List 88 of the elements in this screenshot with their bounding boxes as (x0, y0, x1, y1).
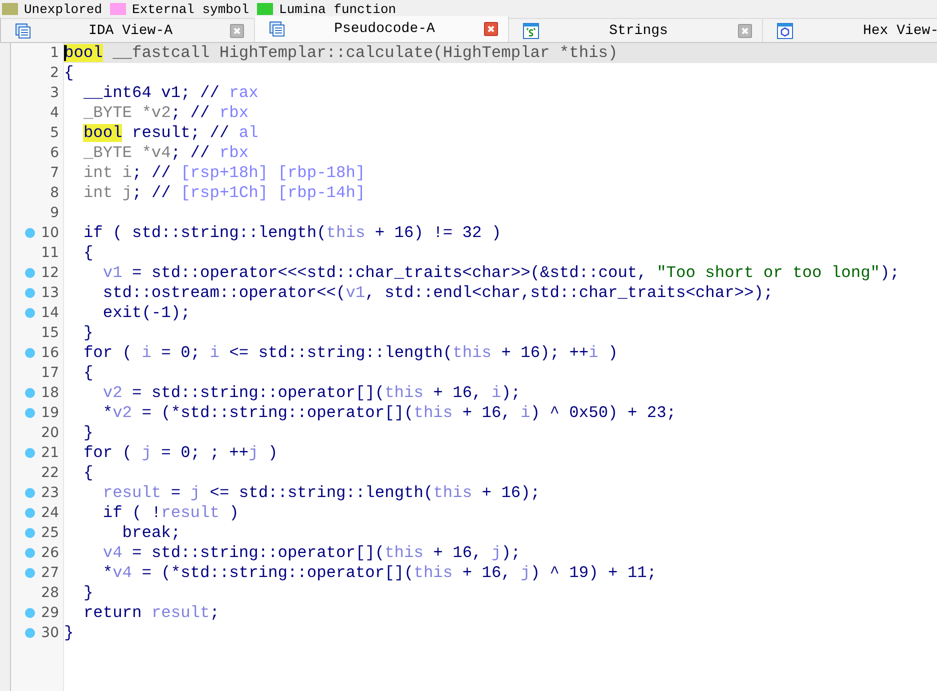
line-number: 20 (40, 425, 59, 441)
code-line: *v4 = (*std::string::operator[](this + 16, j) ^ 19) + 11; (102, 564, 657, 582)
line-number: 21 (40, 445, 59, 461)
line-number: 26 (40, 545, 59, 561)
line-number: 6 (49, 145, 59, 161)
line-number: 16 (40, 345, 59, 361)
code-line: result = j <= std::string::length(this + 16); (102, 484, 540, 502)
breakpoint-dot-icon[interactable] (25, 408, 35, 418)
close-icon[interactable] (738, 24, 752, 38)
code-line: v4 = std::string::operator[](this + 16, j); (102, 544, 521, 562)
breakpoint-dot-icon[interactable] (25, 508, 35, 518)
code-line: int j; // [rsp+1Ch] [rbp-14h] (82, 184, 366, 202)
code-line: } (64, 624, 74, 642)
tab[interactable]: Hex View- (763, 18, 937, 42)
line-number: 10 (40, 225, 59, 241)
code-line: _BYTE *v4; // rbx (82, 144, 249, 162)
line-number: 13 (40, 285, 59, 301)
breakpoint-dot-icon[interactable] (25, 528, 35, 538)
line-number: 8 (49, 185, 59, 201)
code-line: { (64, 64, 74, 82)
breakpoint-dot-icon[interactable] (25, 548, 35, 558)
code-line: bool result; // al (82, 124, 258, 142)
line-number: 23 (40, 485, 59, 501)
line-number: 1 (49, 45, 59, 61)
code-line: *v2 = (*std::string::operator[](this + 16, i) ^ 0x50) + 23; (102, 404, 676, 422)
breakpoint-dot-icon[interactable] (25, 348, 35, 358)
tab[interactable]: Strings (509, 18, 763, 42)
code-line: return result; (82, 604, 220, 622)
breakpoint-dot-icon[interactable] (25, 228, 35, 238)
line-number: 28 (40, 585, 59, 601)
code-line: for ( i = 0; i <= std::string::length(this + 16); ++i ) (82, 344, 618, 362)
line-number: 17 (40, 365, 59, 381)
line-number: 4 (49, 105, 59, 121)
code-line: for ( j = 0; ; ++j ) (82, 444, 278, 462)
line-number: 5 (49, 125, 59, 141)
line-number: 29 (40, 605, 59, 621)
close-icon[interactable] (484, 22, 498, 36)
breakpoint-dot-icon[interactable] (25, 488, 35, 498)
code-line: exit(-1); (102, 304, 190, 322)
line-number: 18 (40, 385, 59, 401)
legend-label: Lumina function (279, 2, 396, 16)
code-line: { (82, 464, 94, 482)
code-line: } (82, 424, 94, 442)
line-number: 12 (40, 265, 59, 281)
code-line: if ( !result ) (102, 504, 239, 522)
breakpoint-dot-icon[interactable] (25, 288, 35, 298)
line-number: 19 (40, 405, 59, 421)
line-number: 24 (40, 505, 59, 521)
code-line: int i; // [rsp+18h] [rbp-18h] (82, 164, 366, 182)
breakpoint-dot-icon[interactable] (25, 308, 35, 318)
line-number: 3 (49, 85, 59, 101)
line-number: 30 (40, 625, 59, 641)
legend-label: External symbol (132, 2, 250, 16)
line-number: 7 (49, 165, 59, 181)
tab[interactable]: Pseudocode-A (255, 16, 509, 42)
line-number: 15 (40, 325, 59, 341)
breakpoint-dot-icon[interactable] (25, 388, 35, 398)
tab[interactable]: IDA View-A (1, 18, 255, 42)
breakpoint-dot-icon[interactable] (25, 628, 35, 638)
line-number: 27 (40, 565, 59, 581)
code-line: __int64 v1; // rax (82, 84, 258, 102)
breakpoint-dot-icon[interactable] (25, 608, 35, 618)
code-line: } (82, 324, 94, 342)
code-line: v1 = std::operator<<<std::char_traits<char>>(&std::cout, "Too short or too long"); (102, 264, 900, 282)
breakpoint-dot-icon[interactable] (25, 268, 35, 278)
code-line: if ( std::string::length(this + 16) != 32 ) (82, 224, 502, 242)
line-number: 11 (40, 245, 59, 261)
code-line: std::ostream::operator<<(v1, std::endl<char,std::char_traits<char>>); (102, 284, 774, 302)
code-line: { (82, 364, 94, 382)
document-window-icon (15, 22, 31, 38)
string-window-icon (523, 22, 539, 38)
code-line: break; (121, 524, 181, 542)
hex-window-icon (777, 22, 793, 38)
close-icon[interactable] (230, 24, 244, 38)
code-line: } (82, 584, 94, 602)
line-number: 22 (40, 465, 59, 481)
code-line: _BYTE *v2; // rbx (82, 104, 249, 122)
code-line: { (82, 244, 94, 262)
line-number: 9 (49, 205, 59, 221)
breakpoint-dot-icon[interactable] (25, 568, 35, 578)
code-line: bool __fastcall HighTemplar::calculate(HighTemplar *this) (64, 44, 618, 62)
line-number: 2 (49, 65, 59, 81)
line-number: 14 (40, 305, 59, 321)
line-number: 25 (40, 525, 59, 541)
legend-label: Unexplored (24, 2, 102, 16)
code-line: v2 = std::string::operator[](this + 16, i); (102, 384, 521, 402)
document-window-icon (269, 21, 285, 37)
breakpoint-dot-icon[interactable] (25, 448, 35, 458)
